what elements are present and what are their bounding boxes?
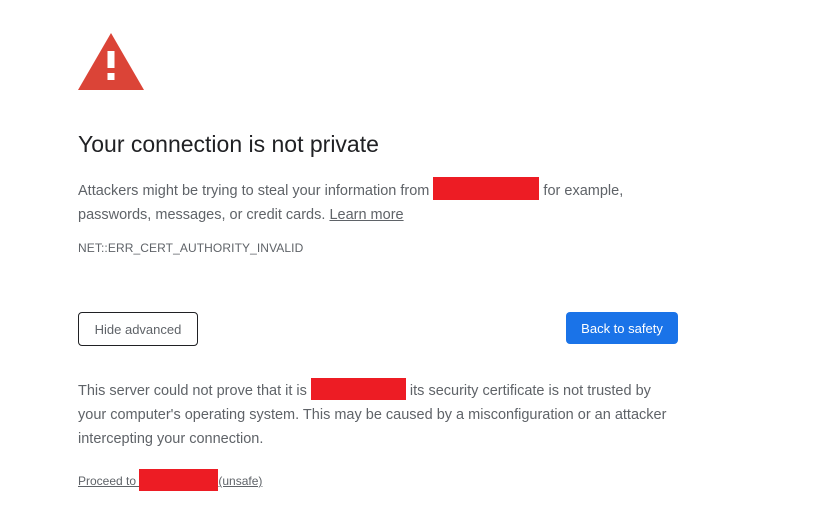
redacted-hostname (310, 378, 406, 400)
page-title: Your connection is not private (78, 131, 379, 157)
main-message-text-before: Attackers might be trying to steal your … (78, 183, 434, 199)
hide-advanced-button[interactable]: Hide advanced (78, 312, 198, 346)
proceed-link-text-before: Proceed to (78, 474, 140, 488)
proceed-link[interactable]: Proceed to (unsafe) (78, 469, 263, 491)
redacted-hostname (139, 469, 219, 491)
error-code: NET::ERR_CERT_AUTHORITY_INVALID (78, 241, 304, 255)
learn-more-link[interactable]: Learn more (329, 207, 403, 223)
details-text-before: This server could not prove that it is (78, 383, 311, 399)
main-message: Attackers might be trying to steal your … (78, 177, 678, 227)
redacted-hostname (433, 177, 540, 200)
proceed-link-text-after: (unsafe) (218, 474, 263, 488)
warning-triangle-icon (78, 33, 144, 90)
details-message: This server could not prove that it is i… (78, 378, 678, 451)
back-to-safety-button[interactable]: Back to safety (566, 312, 678, 344)
proceed-line: Proceed to (unsafe) (78, 469, 262, 491)
